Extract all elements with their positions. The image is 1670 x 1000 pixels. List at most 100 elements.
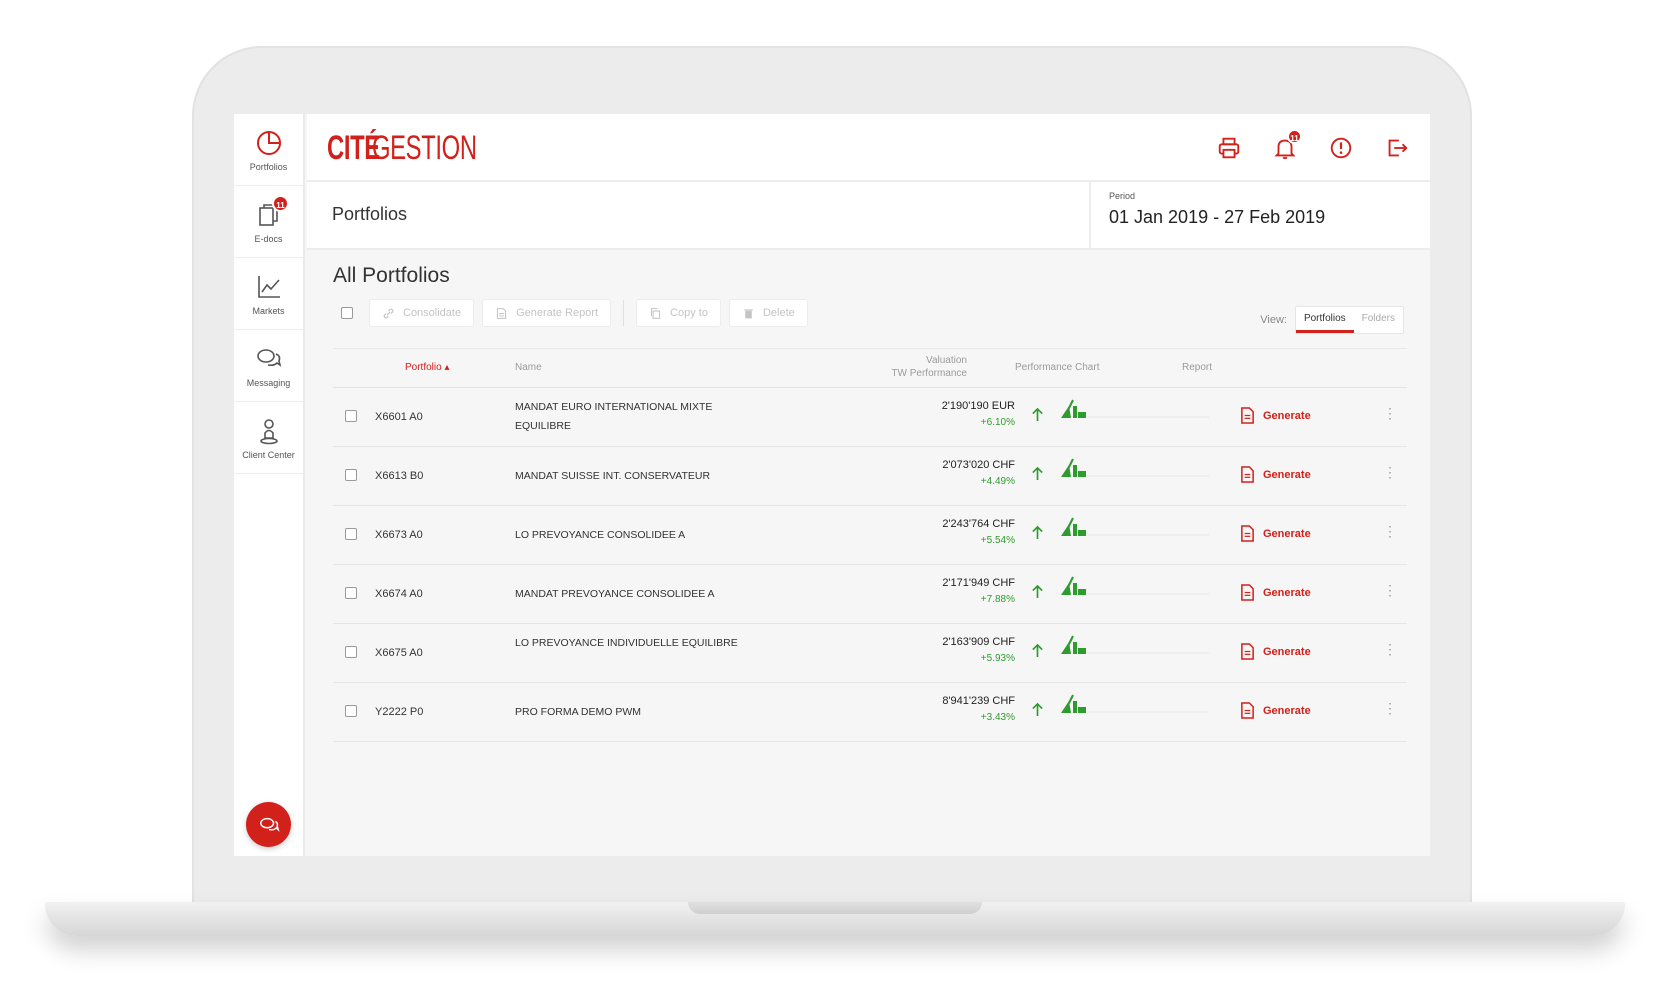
portfolio-name[interactable]: MANDAT PREVOYANCE CONSOLIDEE A bbox=[515, 585, 755, 604]
performance-sparkline[interactable] bbox=[1059, 634, 1209, 663]
row-menu-icon[interactable]: ⋮ bbox=[1383, 524, 1397, 538]
document-icon bbox=[497, 307, 507, 319]
row-checkbox-cell bbox=[345, 587, 357, 599]
tw-performance: +5.93% bbox=[980, 653, 1015, 664]
sidebar-item-portfolios[interactable]: Portfolios bbox=[234, 114, 303, 186]
arrow-up-icon bbox=[1031, 584, 1044, 604]
valuation-amount: 2'073'020 CHF bbox=[942, 459, 1015, 471]
valuation-amount: 8'941'239 CHF bbox=[942, 695, 1015, 707]
delete-label: Delete bbox=[762, 307, 795, 319]
toolbar-divider bbox=[623, 300, 625, 326]
sidebar-item-label: Portfolios bbox=[249, 161, 288, 172]
portfolio-code[interactable]: X6673 A0 bbox=[375, 529, 423, 541]
line-chart-icon bbox=[257, 275, 280, 298]
performance-sparkline[interactable] bbox=[1059, 457, 1209, 486]
consolidate-button[interactable]: Consolidate bbox=[369, 299, 475, 327]
pdf-document-icon bbox=[1241, 643, 1254, 660]
generate-report-link[interactable]: Generate bbox=[1240, 702, 1311, 719]
generate-report-label: Generate Report bbox=[516, 307, 599, 319]
portfolio-name[interactable]: PRO FORMA DEMO PWM bbox=[515, 703, 755, 722]
row-checkbox[interactable] bbox=[345, 587, 357, 599]
page-header: Portfolios Period 01 Jan 2019 - 27 Feb 2… bbox=[307, 182, 1430, 250]
portfolio-name[interactable]: MANDAT SUISSE INT. CONSERVATEUR bbox=[515, 467, 755, 486]
arrow-up-icon bbox=[1031, 407, 1044, 427]
portfolio-name[interactable]: LO PREVOYANCE INDIVIDUELLE EQUILIBRE bbox=[515, 634, 755, 653]
section-title: All Portfolios bbox=[333, 264, 450, 287]
sidebar-item-label: Client Center bbox=[242, 449, 295, 460]
generate-label: Generate bbox=[1263, 586, 1311, 599]
column-header-portfolio[interactable]: Portfolio ▴ bbox=[405, 362, 450, 373]
portfolio-name[interactable]: LO PREVOYANCE CONSOLIDEE A bbox=[515, 526, 755, 545]
performance-sparkline[interactable] bbox=[1059, 516, 1209, 545]
valuation-cell: 2'171'949 CHF +7.88% bbox=[942, 577, 1015, 605]
generate-report-link[interactable]: Generate bbox=[1240, 525, 1311, 542]
print-button[interactable] bbox=[1212, 131, 1246, 165]
row-checkbox[interactable] bbox=[345, 646, 357, 658]
generate-report-link[interactable]: Generate bbox=[1240, 466, 1311, 483]
tw-performance: +5.54% bbox=[980, 535, 1015, 546]
trash-icon bbox=[744, 308, 753, 318]
select-all-checkbox[interactable] bbox=[341, 307, 353, 319]
column-header-valuation[interactable]: Valuation bbox=[926, 355, 967, 366]
sidebar-item-edocs[interactable]: 11 E-docs bbox=[234, 186, 303, 258]
view-option-folders[interactable]: Folders bbox=[1354, 307, 1403, 333]
row-menu-icon[interactable]: ⋮ bbox=[1383, 406, 1397, 420]
row-checkbox[interactable] bbox=[345, 469, 357, 481]
table-row: X6673 A0 LO PREVOYANCE CONSOLIDEE A 2'24… bbox=[333, 506, 1407, 565]
arrow-up-icon bbox=[1031, 702, 1044, 722]
column-header-report: Report bbox=[1182, 362, 1213, 373]
column-header-name[interactable]: Name bbox=[515, 362, 542, 373]
row-checkbox-cell bbox=[345, 469, 357, 481]
period-selector[interactable]: Period 01 Jan 2019 - 27 Feb 2019 bbox=[1089, 182, 1430, 248]
row-menu-icon[interactable]: ⋮ bbox=[1383, 465, 1397, 479]
generate-report-link[interactable]: Generate bbox=[1240, 584, 1311, 601]
portfolio-code[interactable]: X6674 A0 bbox=[375, 588, 423, 600]
performance-sparkline[interactable] bbox=[1059, 575, 1209, 604]
portfolio-code[interactable]: X6675 A0 bbox=[375, 647, 423, 659]
portfolio-code[interactable]: Y2222 P0 bbox=[375, 706, 423, 718]
generate-label: Generate bbox=[1263, 527, 1311, 540]
portfolio-code[interactable]: X6601 A0 bbox=[375, 411, 423, 423]
row-checkbox[interactable] bbox=[345, 410, 357, 422]
row-menu-icon[interactable]: ⋮ bbox=[1383, 642, 1397, 656]
valuation-cell: 2'190'190 EUR +6.10% bbox=[942, 400, 1015, 428]
table-body: X6601 A0 MANDAT EURO INTERNATIONAL MIXTE… bbox=[333, 388, 1407, 742]
view-option-portfolios[interactable]: Portfolios bbox=[1295, 307, 1354, 333]
copy-to-button[interactable]: Copy to bbox=[636, 299, 721, 327]
laptop-notch bbox=[688, 902, 982, 914]
notifications-badge: 11 bbox=[1287, 129, 1302, 144]
column-header-performance-chart: Performance Chart bbox=[1015, 362, 1100, 373]
copy-icon bbox=[650, 307, 661, 319]
row-menu-icon[interactable]: ⋮ bbox=[1383, 701, 1397, 715]
sidebar-item-client-center[interactable]: Client Center bbox=[234, 402, 303, 474]
table-row: X6675 A0 LO PREVOYANCE INDIVIDUELLE EQUI… bbox=[333, 624, 1407, 683]
row-checkbox[interactable] bbox=[345, 528, 357, 540]
row-menu-icon[interactable]: ⋮ bbox=[1383, 583, 1397, 597]
logout-button[interactable] bbox=[1380, 131, 1414, 165]
sidebar-item-markets[interactable]: Markets bbox=[234, 258, 303, 330]
row-checkbox-cell bbox=[345, 528, 357, 540]
sidebar-item-messaging[interactable]: Messaging bbox=[234, 330, 303, 402]
delete-button[interactable]: Delete bbox=[728, 299, 808, 327]
notifications-button[interactable]: 11 bbox=[1268, 129, 1302, 165]
tw-performance: +6.10% bbox=[980, 417, 1015, 428]
generate-report-button[interactable]: Generate Report bbox=[482, 299, 612, 327]
select-all-checkbox-wrap bbox=[333, 300, 361, 326]
portfolio-name[interactable]: MANDAT EURO INTERNATIONAL MIXTE EQUILIBR… bbox=[515, 398, 755, 436]
row-checkbox[interactable] bbox=[345, 705, 357, 717]
generate-report-link[interactable]: Generate bbox=[1240, 407, 1311, 424]
chat-button[interactable] bbox=[246, 802, 291, 847]
portfolio-code[interactable]: X6613 B0 bbox=[375, 470, 423, 482]
alert-icon bbox=[1330, 137, 1352, 159]
client-center-icon bbox=[259, 418, 278, 444]
generate-report-link[interactable]: Generate bbox=[1240, 643, 1311, 660]
valuation-cell: 2'243'764 CHF +5.54% bbox=[942, 518, 1015, 546]
sidebar-item-label: E-docs bbox=[254, 233, 283, 244]
alerts-button[interactable] bbox=[1324, 131, 1358, 165]
app-screen: Portfolios 11 E-docs Markets Messaging C… bbox=[234, 114, 1430, 856]
performance-sparkline[interactable] bbox=[1059, 398, 1209, 427]
column-header-tw-performance[interactable]: TW Performance bbox=[891, 368, 967, 379]
performance-sparkline[interactable] bbox=[1059, 693, 1209, 722]
main-content: All Portfolios Consolidate Generate Repo… bbox=[307, 252, 1430, 856]
generate-label: Generate bbox=[1263, 409, 1311, 422]
